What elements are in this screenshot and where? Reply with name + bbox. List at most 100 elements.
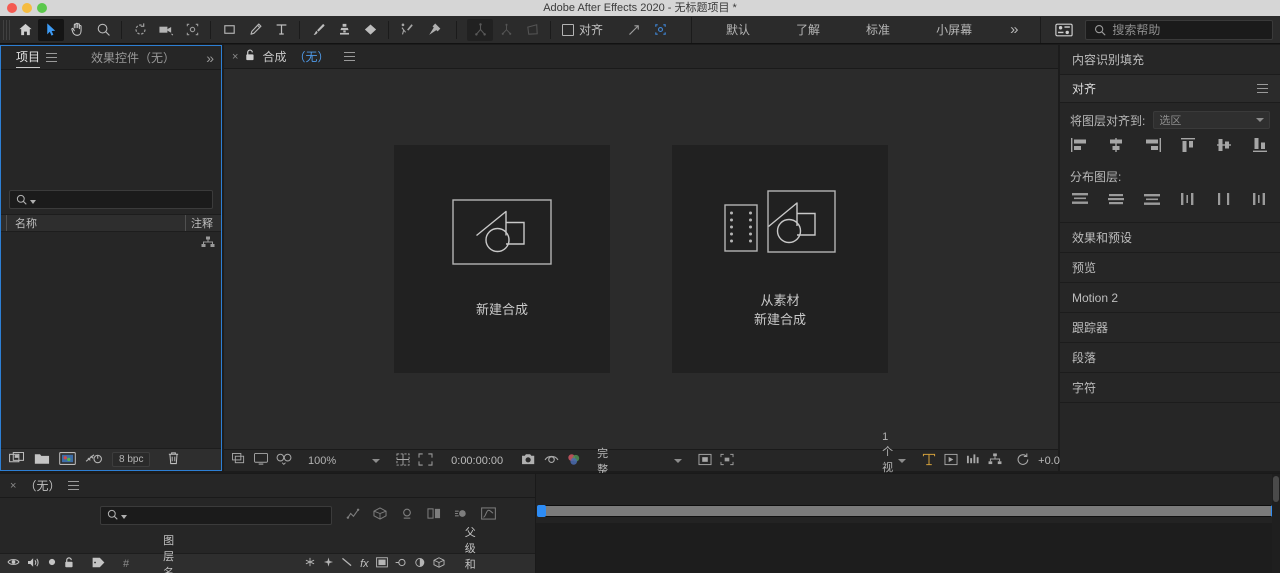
home-icon[interactable] <box>12 19 38 41</box>
new-composition-card[interactable]: 新建合成 <box>394 145 610 373</box>
distribute-left-icon[interactable] <box>1178 191 1198 210</box>
close-icon[interactable]: × <box>10 480 16 492</box>
frame-blend-icon[interactable] <box>375 556 388 571</box>
column-index[interactable]: # <box>123 558 129 570</box>
eraser-tool-icon[interactable] <box>357 19 383 41</box>
selection-tool-icon[interactable] <box>38 18 64 41</box>
toolbar-grip[interactable] <box>3 19 12 40</box>
panel-content-aware-fill[interactable]: 内容识别填充 <box>1060 45 1280 75</box>
panel-preview[interactable]: 预览 <box>1060 253 1280 283</box>
puppet-pin-tool-icon[interactable] <box>420 19 446 41</box>
panel-paragraph[interactable]: 段落 <box>1060 343 1280 373</box>
label-color-icon[interactable] <box>92 557 105 571</box>
new-folder-icon[interactable] <box>34 452 50 468</box>
type-tool-icon[interactable] <box>268 19 294 41</box>
effects-icon[interactable]: fx <box>360 558 369 570</box>
region-of-interest-icon[interactable] <box>418 452 433 469</box>
timeline-layer-rows[interactable] <box>536 523 1280 573</box>
puppet-bend-icon[interactable] <box>519 19 545 41</box>
snapping-toggle[interactable]: 对齐 <box>556 21 609 38</box>
solo-icon[interactable] <box>47 557 57 570</box>
project-flowchart-icon[interactable] <box>201 236 215 251</box>
column-comment[interactable]: 注释 <box>185 215 221 231</box>
close-icon[interactable]: × <box>232 51 238 63</box>
align-top-icon[interactable] <box>1178 137 1198 156</box>
distribute-bottom-icon[interactable] <box>1142 191 1162 210</box>
align-right-icon[interactable] <box>1142 137 1162 156</box>
lock-icon[interactable] <box>245 49 255 64</box>
bit-depth-label[interactable]: 8 bpc <box>112 452 151 467</box>
workspace-small-screen[interactable]: 小屏幕 <box>924 19 984 41</box>
grid-guides-icon[interactable] <box>396 452 410 469</box>
3d-layer-icon[interactable] <box>433 556 445 571</box>
chevron-down-icon[interactable] <box>121 515 127 519</box>
project-item-list[interactable]: 双击区域 1 <box>1 232 221 573</box>
quality-icon[interactable] <box>341 557 353 570</box>
work-area-start-handle[interactable] <box>537 505 546 517</box>
panel-menu-icon[interactable] <box>344 52 356 61</box>
rotation-tool-icon[interactable] <box>127 19 153 41</box>
timeline-work-area-bar[interactable] <box>537 505 1280 517</box>
delete-icon[interactable] <box>167 451 180 468</box>
motion-blur-icon[interactable] <box>395 557 407 571</box>
clone-stamp-tool-icon[interactable] <box>331 19 357 41</box>
zoom-select[interactable]: 100% <box>308 455 381 467</box>
panel-menu-icon[interactable] <box>68 481 80 490</box>
adjustment-layer-icon[interactable] <box>414 557 426 571</box>
frame-blending-icon[interactable] <box>427 507 441 523</box>
panel-effects-and-presets[interactable]: 效果和预设 <box>1060 223 1280 253</box>
align-left-icon[interactable] <box>1070 137 1090 156</box>
camera-tool-icon[interactable] <box>153 19 179 41</box>
snapshot-icon[interactable] <box>521 453 536 468</box>
align-vertical-center-icon[interactable] <box>1214 137 1234 156</box>
transform-box-icon[interactable] <box>647 19 673 41</box>
comp-flowchart-icon[interactable] <box>988 453 1002 468</box>
chevron-down-icon[interactable] <box>1256 118 1264 122</box>
pan-behind-tool-icon[interactable] <box>179 19 205 41</box>
composition-mini-flowchart-icon[interactable] <box>346 507 360 523</box>
collapse-transformations-icon[interactable] <box>323 556 334 571</box>
project-panel-overflow[interactable]: » <box>199 46 221 70</box>
hide-shy-layers-icon[interactable] <box>400 507 414 523</box>
3d-glasses-icon[interactable] <box>276 453 292 468</box>
color-depth-toggle-icon[interactable] <box>85 452 103 468</box>
panel-menu-icon[interactable] <box>1257 84 1268 93</box>
brush-tool-icon[interactable] <box>305 19 331 41</box>
scrollbar-thumb[interactable] <box>1273 476 1279 502</box>
audio-icon[interactable] <box>27 557 40 571</box>
chevron-down-icon[interactable] <box>898 458 907 463</box>
video-visibility-icon[interactable] <box>7 557 20 570</box>
tab-effect-controls[interactable]: 效果控件（无） <box>84 46 182 70</box>
timeline-icon[interactable] <box>966 453 980 469</box>
distribute-top-icon[interactable] <box>1070 191 1090 210</box>
workspace-standard[interactable]: 标准 <box>854 19 902 41</box>
pixel-aspect-correction-icon[interactable] <box>922 453 936 469</box>
resolution-value[interactable]: 完整 <box>597 445 608 477</box>
draft-3d-icon[interactable] <box>373 507 387 523</box>
toggle-transparency-grid-icon[interactable] <box>720 453 734 469</box>
column-layer-name[interactable]: 图层名称 <box>163 532 174 573</box>
panel-motion-2[interactable]: Motion 2 <box>1060 283 1280 313</box>
exposure-value[interactable]: +0.0 <box>1038 455 1060 467</box>
rigid-mask-icon[interactable] <box>467 18 493 41</box>
new-comp-icon[interactable] <box>9 451 25 468</box>
shape-tool-icon[interactable] <box>216 19 242 41</box>
distribute-vertical-center-icon[interactable] <box>1106 191 1126 210</box>
snapping-arrow-icon[interactable] <box>621 19 647 41</box>
motion-blur-icon[interactable] <box>454 507 468 523</box>
workspace-overflow[interactable]: » <box>998 19 1030 41</box>
main-viewer-icon[interactable] <box>232 453 246 468</box>
align-to-select[interactable]: 选区 <box>1153 111 1270 129</box>
roto-brush-tool-icon[interactable] <box>394 19 420 41</box>
distribute-right-icon[interactable] <box>1250 191 1270 210</box>
new-composition-from-footage-card[interactable]: 从素材 新建合成 <box>672 145 888 373</box>
toggle-mask-icon[interactable] <box>698 453 712 469</box>
snapping-checkbox[interactable] <box>562 23 574 36</box>
distribute-horizontal-center-icon[interactable] <box>1214 191 1234 210</box>
project-settings-icon[interactable] <box>59 451 76 468</box>
panel-character[interactable]: 字符 <box>1060 373 1280 403</box>
align-horizontal-center-icon[interactable] <box>1106 137 1126 156</box>
show-snapshot-icon[interactable] <box>544 453 559 468</box>
puppet-starch-icon[interactable] <box>493 19 519 41</box>
project-search-input[interactable] <box>9 190 213 209</box>
